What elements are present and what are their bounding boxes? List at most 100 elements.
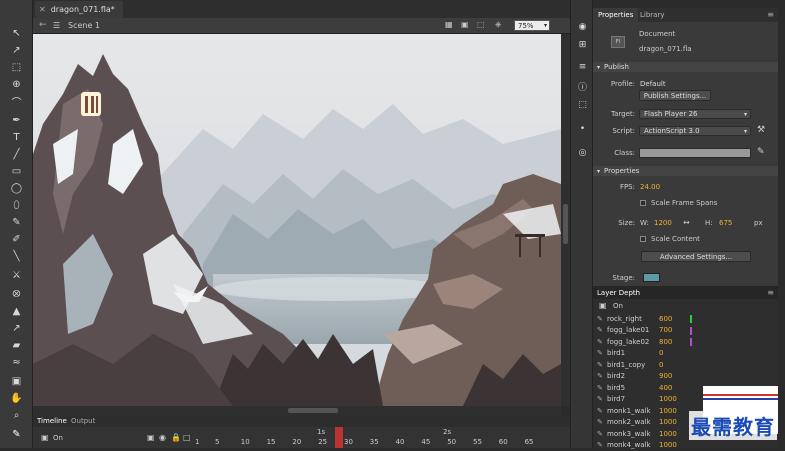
class-input[interactable]: [639, 148, 751, 158]
oval-tool-icon[interactable]: ◯: [8, 181, 25, 196]
layer-depth-value[interactable]: 600: [659, 315, 672, 323]
eraser-tool-icon[interactable]: ▰: [8, 338, 25, 353]
layer-row[interactable]: ✎monk1_walk1000: [593, 405, 703, 417]
paint-bucket-tool-icon[interactable]: ⭙: [8, 287, 25, 302]
stage-horizontal-scrollbar[interactable]: [33, 406, 561, 415]
transform-panel-icon[interactable]: ⬚: [576, 98, 589, 111]
frame-ruler[interactable]: 1s 2s 15101520253035404550556065: [193, 427, 570, 448]
paint-brush-tool-icon[interactable]: ╲: [8, 249, 25, 264]
brush-tool-icon[interactable]: ✐: [8, 232, 25, 247]
zoom-tool-icon[interactable]: ⌕: [8, 408, 25, 423]
vertical-scroll-thumb[interactable]: [563, 204, 568, 244]
layer-depth-value[interactable]: 400: [659, 384, 672, 392]
lock-icon[interactable]: 🔒: [171, 433, 181, 442]
align-stage-icon[interactable]: ▦: [445, 20, 453, 29]
layer-depth-value[interactable]: 1000: [659, 418, 677, 426]
properties-section-header[interactable]: ▾ Properties: [593, 166, 778, 176]
eyedropper-tool-icon[interactable]: ↗: [8, 321, 25, 336]
tab-output[interactable]: Output: [71, 417, 95, 425]
layer-row[interactable]: ✎bird10: [593, 348, 703, 360]
layer-depth-value[interactable]: 700: [659, 326, 672, 334]
playhead[interactable]: [335, 427, 343, 448]
camera-layer-icon[interactable]: ▣: [147, 433, 155, 442]
advanced-settings-button[interactable]: Advanced Settings...: [641, 251, 751, 262]
stage-vertical-scrollbar[interactable]: [561, 34, 570, 406]
scene-name[interactable]: Scene 1: [68, 21, 100, 30]
clip-content-icon[interactable]: ▣: [461, 20, 469, 29]
edit-class-icon[interactable]: ✎: [757, 147, 765, 157]
back-arrow-icon[interactable]: ←: [39, 20, 47, 30]
lasso-tool-icon[interactable]: ⌒: [8, 94, 25, 109]
timeline-on-toggle[interactable]: On: [53, 434, 63, 442]
library-panel-icon[interactable]: ⊞: [576, 38, 589, 51]
layer-row[interactable]: ✎monk3_walk1000: [593, 428, 703, 440]
link-dimensions-icon[interactable]: ↔: [683, 218, 690, 227]
outline-icon[interactable]: □: [183, 433, 191, 442]
horizontal-scroll-thumb[interactable]: [288, 408, 338, 413]
polystar-tool-icon[interactable]: ⬯: [8, 198, 25, 213]
panel-menu-icon[interactable]: ≡: [767, 288, 774, 297]
zoom-select[interactable]: 75% ▾: [514, 20, 550, 31]
selection-tool-icon[interactable]: ↖: [8, 26, 25, 41]
height-value[interactable]: 675: [719, 219, 732, 227]
camera-icon[interactable]: ▣: [41, 433, 49, 442]
rectangle-tool-icon[interactable]: ▭: [8, 164, 25, 179]
properties-panel-icon[interactable]: ◉: [576, 20, 589, 33]
layer-depth-value[interactable]: 1000: [659, 407, 677, 415]
document-tab[interactable]: ✕ dragon_071.fla*: [35, 1, 123, 18]
layer-row[interactable]: ✎rock_right600: [593, 313, 703, 325]
tab-timeline[interactable]: Timeline: [37, 417, 67, 425]
stroke-color-icon[interactable]: ✎: [8, 427, 25, 442]
stage-canvas[interactable]: [33, 34, 561, 406]
scale-content-checkbox[interactable]: [640, 236, 646, 242]
pen-tool-icon[interactable]: ✒: [8, 113, 25, 128]
layer-depth-value[interactable]: 900: [659, 372, 672, 380]
edit-scene-icon[interactable]: ⎈: [495, 20, 501, 30]
align-panel-icon[interactable]: ≡: [576, 60, 589, 73]
layer-depth-value[interactable]: 1000: [659, 430, 677, 438]
camera-tool-icon[interactable]: ▣: [8, 374, 25, 389]
publish-section-header[interactable]: ▾ Publish: [593, 62, 778, 72]
hand-tool-icon[interactable]: ✋: [8, 391, 25, 406]
layer-depth-panel-icon[interactable]: ◎: [576, 146, 589, 159]
stage-color-swatch[interactable]: [643, 273, 660, 282]
bone-tool-icon[interactable]: ⚔: [8, 268, 25, 283]
3d-rotation-tool-icon[interactable]: ⊕: [8, 77, 25, 92]
tab-library[interactable]: Library: [635, 8, 669, 22]
ink-bottle-tool-icon[interactable]: ▲: [8, 304, 25, 319]
layer-row[interactable]: ✎bird2900: [593, 371, 703, 383]
target-select[interactable]: Flash Player 26 ▾: [639, 109, 751, 119]
layer-depth-value[interactable]: 800: [659, 338, 672, 346]
motion-presets-icon[interactable]: •: [576, 122, 589, 135]
show-hide-icon[interactable]: ◉: [159, 433, 166, 442]
camera-icon[interactable]: ▣: [599, 301, 607, 310]
publish-settings-button[interactable]: Publish Settings...: [639, 90, 711, 101]
layer-row[interactable]: ✎bird5400: [593, 382, 703, 394]
width-tool-icon[interactable]: ≈: [8, 355, 25, 370]
layer-depth-value[interactable]: 1000: [659, 441, 677, 449]
edit-symbol-icon[interactable]: ⬚: [477, 20, 485, 29]
layer-row[interactable]: ✎monk2_walk1000: [593, 417, 703, 429]
layer-depth-value[interactable]: 0: [659, 349, 663, 357]
width-value[interactable]: 1200: [654, 219, 672, 227]
scale-frame-spans-checkbox[interactable]: [640, 200, 646, 206]
info-panel-icon[interactable]: ⓘ: [576, 80, 589, 93]
close-icon[interactable]: ✕: [39, 5, 46, 14]
layer-row[interactable]: ✎fogg_lake01700: [593, 325, 703, 337]
text-tool-icon[interactable]: T: [8, 130, 25, 145]
layer-row[interactable]: ✎fogg_lake02800: [593, 336, 703, 348]
layer-depth-on-toggle[interactable]: On: [613, 302, 623, 310]
layer-row[interactable]: ✎bird1_copy0: [593, 359, 703, 371]
fps-value[interactable]: 24.00: [640, 183, 660, 191]
free-transform-tool-icon[interactable]: ⬚: [8, 60, 25, 75]
tab-properties[interactable]: Properties: [593, 8, 638, 22]
layer-row[interactable]: ✎bird71000: [593, 394, 703, 406]
layer-depth-value[interactable]: 0: [659, 361, 663, 369]
subselection-tool-icon[interactable]: ↗: [8, 43, 25, 58]
pencil-tool-icon[interactable]: ✎: [8, 215, 25, 230]
wrench-icon[interactable]: ⚒: [757, 125, 765, 135]
panel-menu-icon[interactable]: ≡: [767, 10, 774, 19]
script-select[interactable]: ActionScript 3.0 ▾: [639, 126, 751, 136]
line-tool-icon[interactable]: ╱: [8, 147, 25, 162]
layer-row[interactable]: ✎monk4_walk1000: [593, 440, 703, 451]
